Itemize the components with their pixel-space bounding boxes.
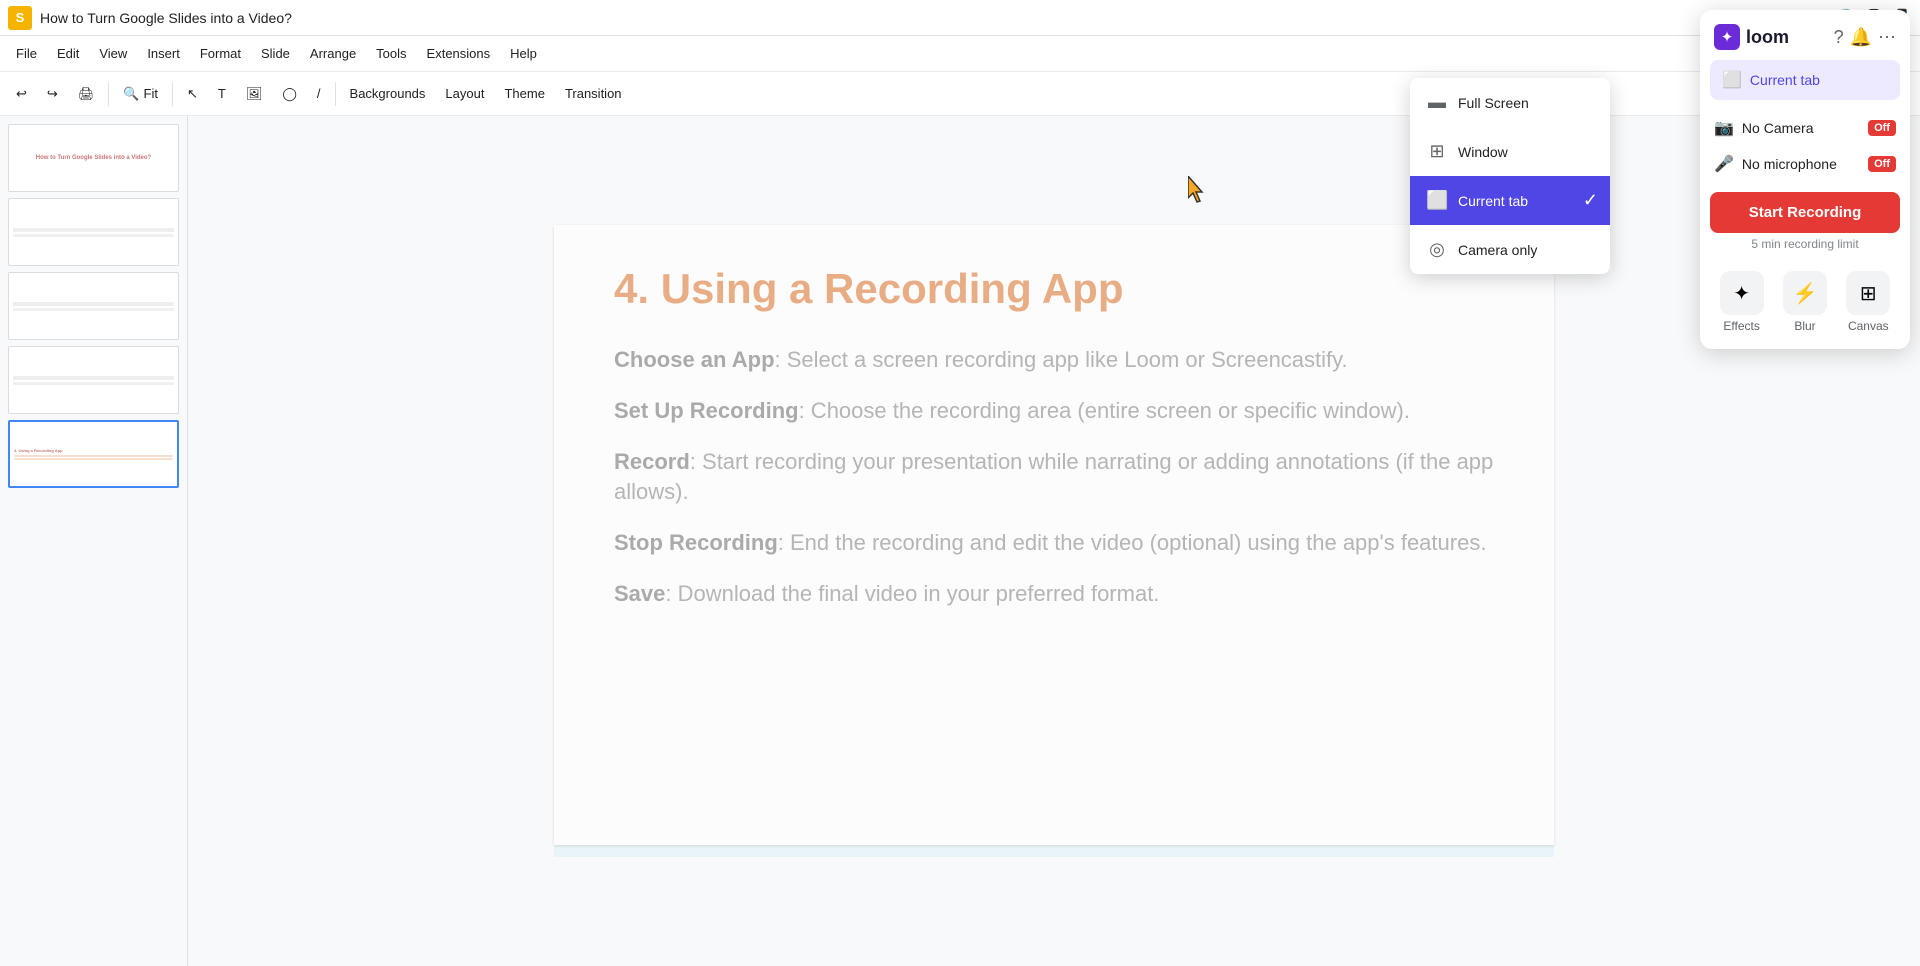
blur-item[interactable]: ⚡ Blur: [1783, 271, 1827, 333]
bell-icon[interactable]: 🔔: [1850, 27, 1872, 48]
menu-bar: File Edit View Insert Format Slide Arran…: [0, 36, 1920, 72]
window-icon: ⊞: [1426, 141, 1448, 162]
toolbar-sep-3: [335, 82, 336, 106]
window-label: Window: [1458, 144, 1508, 160]
toolbar-print[interactable]: 🖨: [70, 78, 103, 110]
current-tab-label: Current tab: [1458, 193, 1528, 209]
toolbar-backgrounds[interactable]: Backgrounds: [342, 78, 434, 110]
no-camera-icon: 📷: [1714, 118, 1734, 138]
menu-file[interactable]: File: [8, 42, 45, 65]
no-mic-icon: 🎤: [1714, 154, 1734, 174]
slide-para-4: Stop Recording: End the recording and ed…: [614, 528, 1494, 559]
document-title[interactable]: How to Turn Google Slides into a Video?: [40, 10, 1744, 26]
menu-view[interactable]: View: [91, 42, 135, 65]
dropdown-full-screen[interactable]: ▬ Full Screen: [1410, 78, 1610, 127]
slide-canvas: 4. Using a Recording App Choose an App: …: [554, 225, 1554, 845]
toolbar-sep-1: [108, 82, 109, 106]
loom-header-icons: ? 🔔 ⋯: [1834, 27, 1896, 48]
menu-insert[interactable]: Insert: [139, 42, 188, 65]
help-icon[interactable]: ?: [1834, 27, 1844, 48]
dropdown-camera-only[interactable]: ◎ Camera only: [1410, 225, 1610, 274]
check-icon: ✓: [1583, 190, 1598, 211]
camera-toggle[interactable]: Off: [1868, 120, 1896, 136]
canvas-icon: ⊞: [1846, 271, 1890, 315]
menu-extensions[interactable]: Extensions: [419, 42, 499, 65]
full-screen-label: Full Screen: [1458, 95, 1529, 111]
slide-para-5: Save: Download the final video in your p…: [614, 579, 1494, 610]
camera-only-label: Camera only: [1458, 242, 1537, 258]
slide-para-2: Set Up Recording: Choose the recording a…: [614, 396, 1494, 427]
mic-label: No microphone: [1742, 156, 1860, 172]
loom-name: loom: [1746, 27, 1789, 48]
slide-thumb-4[interactable]: 4: [8, 346, 179, 414]
slide-para-1: Choose an App: Select a screen recording…: [614, 345, 1494, 376]
microphone-row: 🎤 No microphone Off: [1700, 146, 1910, 182]
menu-help[interactable]: Help: [502, 42, 545, 65]
slide-thumb-2[interactable]: 2: [8, 198, 179, 266]
dropdown-window[interactable]: ⊞ Window: [1410, 127, 1610, 176]
main-area: 1 How to Turn Google Slides into a Video…: [0, 116, 1920, 966]
slide-thumb-5[interactable]: 5 4. Using a Recording App: [8, 420, 179, 488]
slide-thumb-3[interactable]: 3: [8, 272, 179, 340]
dropdown-current-tab[interactable]: ⬜ Current tab ✓: [1410, 176, 1610, 225]
slide-content: 4. Using a Recording App Choose an App: …: [554, 225, 1554, 670]
slides-panel: 1 How to Turn Google Slides into a Video…: [0, 116, 188, 966]
toolbar-theme[interactable]: Theme: [496, 78, 552, 110]
toolbar-image[interactable]: 🖼: [238, 78, 271, 110]
title-bar: S How to Turn Google Slides into a Video…: [0, 0, 1920, 36]
toolbar-shape[interactable]: ◯: [274, 78, 305, 110]
menu-slide[interactable]: Slide: [253, 42, 298, 65]
slide-para-3: Record: Start recording your presentatio…: [614, 447, 1494, 509]
loom-panel: ✦ loom ? 🔔 ⋯ ⬜ Current tab 📷 No Camera O…: [1700, 10, 1910, 349]
loom-header: ✦ loom ? 🔔 ⋯: [1700, 10, 1910, 60]
slide-heading: 4. Using a Recording App: [614, 265, 1494, 313]
current-tab-indicator[interactable]: ⬜ Current tab: [1710, 60, 1900, 100]
toolbar: ↩ ↪ 🖨 🔍 Fit ↖ T 🖼 ◯ / Backgrounds Layout…: [0, 72, 1920, 116]
more-icon[interactable]: ⋯: [1878, 27, 1896, 48]
mic-toggle[interactable]: Off: [1868, 156, 1896, 172]
slides-app: S How to Turn Google Slides into a Video…: [0, 0, 1920, 966]
recording-limit-text: 5 min recording limit: [1700, 237, 1910, 251]
slide-1-content: How to Turn Google Slides into a Video?: [9, 151, 178, 165]
loom-logo: ✦ loom: [1714, 24, 1789, 50]
menu-edit[interactable]: Edit: [49, 42, 87, 65]
effects-icon: ✦: [1720, 271, 1764, 315]
toolbar-redo[interactable]: ↪: [39, 78, 66, 110]
camera-label: No Camera: [1742, 120, 1860, 136]
toolbar-transition[interactable]: Transition: [557, 78, 630, 110]
bottom-progress-bar: [554, 845, 1554, 857]
toolbar-undo[interactable]: ↩: [8, 78, 35, 110]
toolbar-line[interactable]: /: [309, 78, 329, 110]
screen-selection-dropdown: ▬ Full Screen ⊞ Window ⬜ Current tab ✓ ◎…: [1410, 78, 1610, 274]
toolbar-text[interactable]: T: [210, 78, 234, 110]
effects-row: ✦ Effects ⚡ Blur ⊞ Canvas: [1700, 261, 1910, 333]
slide-thumb-1[interactable]: 1 How to Turn Google Slides into a Video…: [8, 124, 179, 192]
toolbar-sep-2: [172, 82, 173, 106]
toolbar-layout[interactable]: Layout: [437, 78, 492, 110]
start-recording-button[interactable]: Start Recording: [1710, 192, 1900, 233]
blur-icon: ⚡: [1783, 271, 1827, 315]
effects-item[interactable]: ✦ Effects: [1720, 271, 1764, 333]
slides-logo-icon: S: [8, 6, 32, 30]
camera-only-icon: ◎: [1426, 239, 1448, 260]
current-tab-text: Current tab: [1750, 72, 1820, 88]
loom-star-icon: ✦: [1714, 24, 1740, 50]
canvas-label: Canvas: [1848, 319, 1889, 333]
camera-row: 📷 No Camera Off: [1700, 110, 1910, 146]
blur-label: Blur: [1794, 319, 1815, 333]
current-tab-icon: ⬜: [1426, 190, 1448, 211]
effects-label: Effects: [1723, 319, 1759, 333]
toolbar-zoom[interactable]: 🔍 Fit: [115, 78, 166, 110]
canvas-item[interactable]: ⊞ Canvas: [1846, 271, 1890, 333]
menu-arrange[interactable]: Arrange: [302, 42, 364, 65]
menu-tools[interactable]: Tools: [368, 42, 414, 65]
full-screen-icon: ▬: [1426, 92, 1448, 113]
slide-editor: 4. Using a Recording App Choose an App: …: [188, 116, 1920, 966]
tab-icon: ⬜: [1722, 70, 1742, 90]
menu-format[interactable]: Format: [192, 42, 249, 65]
toolbar-cursor[interactable]: ↖: [179, 78, 206, 110]
